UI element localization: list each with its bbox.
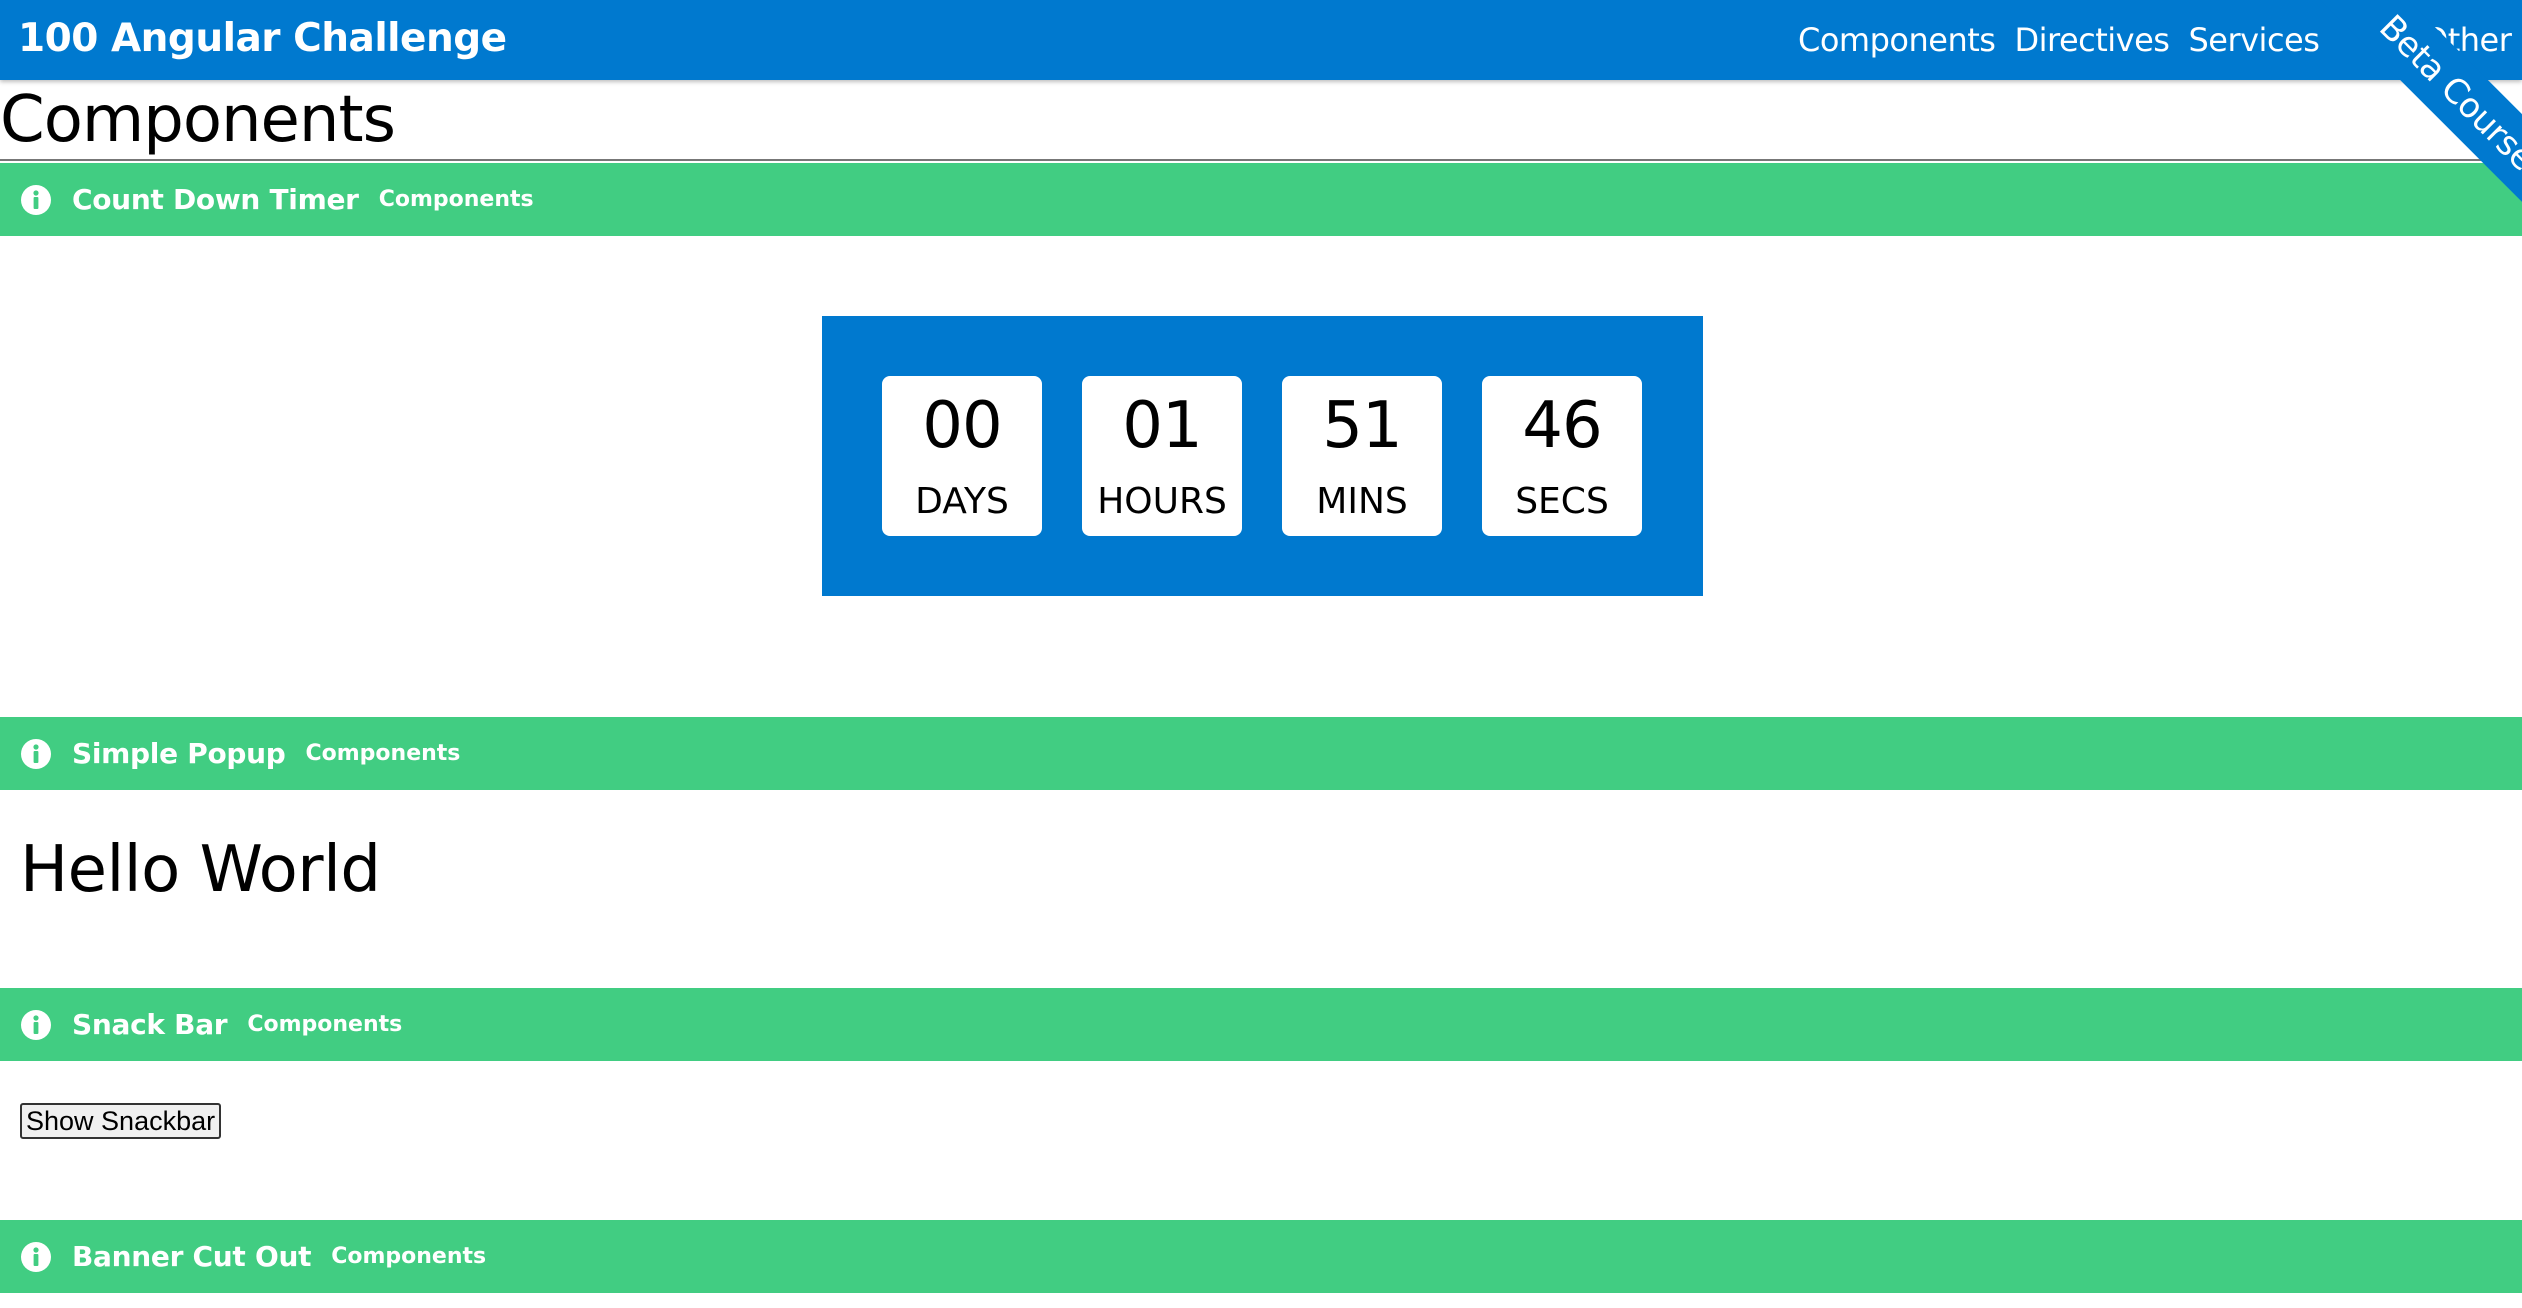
nav-link-directives[interactable]: Directives <box>2014 16 2170 64</box>
title-divider <box>0 159 2522 161</box>
section-title: Simple Popup <box>72 737 286 770</box>
countdown-hours: 01 HOURS <box>1082 376 1242 536</box>
countdown-mins: 51 MINS <box>1282 376 1442 536</box>
section-header-popup: Simple Popup Components <box>0 717 2522 790</box>
countdown-unit: SECS <box>1515 481 1609 522</box>
section-header-banner-cut-out: Banner Cut Out Components <box>0 1220 2522 1293</box>
countdown-days: 00 DAYS <box>882 376 1042 536</box>
main-nav: Components Directives Services Other <box>1798 16 2512 64</box>
countdown-unit: HOURS <box>1097 481 1227 522</box>
countdown-value: 00 <box>922 389 1002 463</box>
section-header-snackbar: Snack Bar Components <box>0 988 2522 1061</box>
top-nav-bar: 100 Angular Challenge Components Directi… <box>0 0 2522 80</box>
info-icon[interactable] <box>20 738 52 770</box>
section-tag: Components <box>305 741 461 766</box>
countdown-value: 51 <box>1322 389 1402 463</box>
countdown-unit: DAYS <box>915 481 1009 522</box>
info-icon[interactable] <box>20 184 52 216</box>
nav-link-services[interactable]: Services <box>2188 16 2319 64</box>
show-snackbar-button[interactable]: Show Snackbar <box>20 1103 222 1139</box>
page-title: Components <box>0 83 396 157</box>
section-header-countdown: Count Down Timer Components <box>0 163 2522 236</box>
countdown-secs: 46 SECS <box>1482 376 1642 536</box>
section-tag: Components <box>247 1012 403 1037</box>
section-tag: Components <box>331 1244 487 1269</box>
info-icon[interactable] <box>20 1241 52 1273</box>
countdown-timer: 00 DAYS 01 HOURS 51 MINS 46 SECS <box>822 316 1703 596</box>
nav-link-components[interactable]: Components <box>1798 16 1996 64</box>
info-icon[interactable] <box>20 1009 52 1041</box>
countdown-unit: MINS <box>1316 481 1408 522</box>
countdown-value: 01 <box>1122 389 1202 463</box>
section-title: Snack Bar <box>72 1008 228 1041</box>
section-tag: Components <box>378 187 534 212</box>
app-title[interactable]: 100 Angular Challenge <box>18 15 507 63</box>
section-title: Banner Cut Out <box>72 1240 312 1273</box>
countdown-value: 46 <box>1522 389 1602 463</box>
section-title: Count Down Timer <box>72 183 359 216</box>
popup-trigger-text[interactable]: Hello World <box>20 830 381 910</box>
